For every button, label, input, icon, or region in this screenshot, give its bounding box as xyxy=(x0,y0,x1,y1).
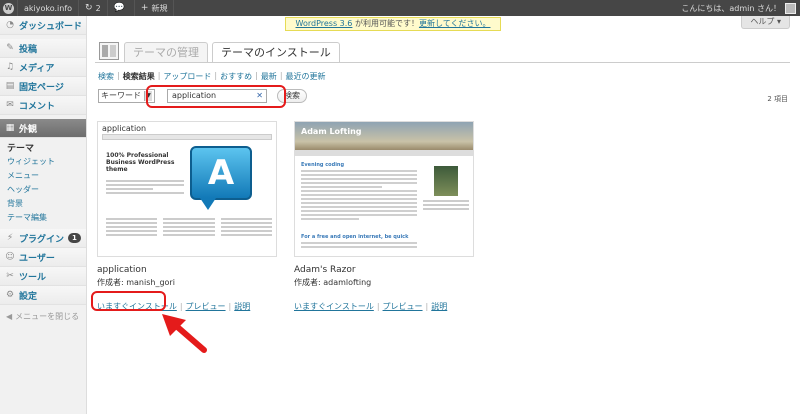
admin-bar: W akiyoko.info ↻ 2 💬 + 新規 こんにちは、admin さん… xyxy=(0,0,800,16)
sidebar-subitem-themes[interactable]: テーマ xyxy=(0,138,86,155)
theme-name: application xyxy=(97,265,147,275)
sidebar-item-users[interactable]: ☺ ユーザー xyxy=(0,248,86,267)
tab-manage-themes[interactable]: テーマの管理 xyxy=(124,42,208,63)
my-account-menu[interactable]: こんにちは、admin さん！ xyxy=(681,2,800,14)
help-tab[interactable]: ヘルプ ▾ xyxy=(741,16,790,29)
sidebar-subitem-editor[interactable]: テーマ編集 xyxy=(0,211,86,225)
update-notice: WordPress 3.6 が利用可能です！更新してください。 xyxy=(285,17,501,31)
sidebar-item-pages[interactable]: ▤ 固定ページ xyxy=(0,77,86,96)
new-content-menu[interactable]: + 新規 xyxy=(135,0,175,16)
sidebar-subitem-header[interactable]: ヘッダー xyxy=(0,183,86,197)
update-now-link[interactable]: 更新してください。 xyxy=(419,19,491,28)
sidebar-item-plugins[interactable]: ⚡ プラグイン 1 xyxy=(0,229,86,248)
pin-icon: ✎ xyxy=(6,43,14,53)
theme-screenshot[interactable]: application 100% Professional Business W… xyxy=(97,121,277,257)
application-logo-icon: A xyxy=(190,146,252,200)
author-photo xyxy=(434,166,458,196)
tools-icon: ✂ xyxy=(6,271,14,281)
theme-card-application: application 100% Professional Business W… xyxy=(97,121,277,312)
dashboard-icon: ◔ xyxy=(6,20,14,30)
details-link[interactable]: 説明 xyxy=(234,301,250,312)
subnav-search[interactable]: 検索 xyxy=(98,71,114,82)
avatar xyxy=(785,2,796,14)
theme-name: Adam's Razor xyxy=(294,265,356,275)
subnav-recently-updated[interactable]: 最近の更新 xyxy=(286,71,326,82)
theme-screenshot[interactable]: Adam Lofting Evening coding For a free a… xyxy=(294,121,474,257)
settings-icon: ⚙ xyxy=(5,290,15,300)
sidebar-item-dashboard[interactable]: ◔ ダッシュボード xyxy=(0,16,86,35)
details-link[interactable]: 説明 xyxy=(431,301,447,312)
updates-link[interactable]: ↻ 2 xyxy=(79,0,108,16)
media-icon: ♫ xyxy=(5,62,15,72)
red-arrow-annotation-icon xyxy=(162,314,207,353)
subnav-upload[interactable]: アップロード xyxy=(163,71,211,82)
preview-link[interactable]: プレビュー xyxy=(383,301,423,312)
refresh-icon: ↻ xyxy=(85,3,93,13)
sidebar-item-media[interactable]: ♫ メディア xyxy=(0,58,86,77)
plugin-icon: ⚡ xyxy=(6,233,14,243)
update-version-link[interactable]: WordPress 3.6 xyxy=(296,19,353,28)
sidebar-item-appearance[interactable]: ▦ 外観 xyxy=(0,119,86,138)
collapse-arrow-icon: ◀ xyxy=(6,312,13,321)
admin-sidebar: ◔ ダッシュボード ✎ 投稿 ♫ メディア ▤ 固定ページ ✉ コメント ▦ 外… xyxy=(0,16,87,414)
subnav-featured[interactable]: おすすめ xyxy=(220,71,252,82)
theme-author: 作成者: adamlofting xyxy=(294,278,372,287)
themes-screen-icon xyxy=(99,42,119,60)
comment-bubble-icon: 💬 xyxy=(113,3,125,13)
updates-count: 2 xyxy=(95,3,101,13)
theme-author: 作成者: manish_gori xyxy=(97,278,175,287)
site-name-link[interactable]: akiyoko.info xyxy=(18,0,80,16)
nav-tabs: テーマの管理 テーマのインストール xyxy=(124,42,340,63)
wordpress-logo-icon: W xyxy=(3,2,14,14)
plus-icon: + xyxy=(140,3,149,13)
tab-install-themes[interactable]: テーマのインストール xyxy=(212,42,340,63)
subnav-newest[interactable]: 最新 xyxy=(261,71,277,82)
install-subnav: 検索 | 検索結果 | アップロード | おすすめ | 最新 | 最近の更新 xyxy=(98,71,326,82)
theme-actions: いますぐインストール | プレビュー | 説明 xyxy=(294,301,448,312)
plugins-update-badge: 1 xyxy=(68,233,81,243)
collapse-menu-button[interactable]: ◀ メニューを閉じる xyxy=(0,305,86,322)
greeting-text: こんにちは、admin さん！ xyxy=(681,3,781,13)
install-highlight-annotation xyxy=(91,291,166,311)
users-icon: ☺ xyxy=(5,252,15,262)
tab-divider xyxy=(95,62,790,63)
sidebar-subitem-widgets[interactable]: ウィジェット xyxy=(0,155,86,169)
sidebar-item-posts[interactable]: ✎ 投稿 xyxy=(0,39,86,58)
sidebar-subitem-menus[interactable]: メニュー xyxy=(0,169,86,183)
page-icon: ▤ xyxy=(5,81,15,91)
comment-icon: ✉ xyxy=(6,100,14,110)
sidebar-subitem-background[interactable]: 背景 xyxy=(0,197,86,211)
results-count: 2 項目 xyxy=(767,95,788,103)
wordpress-logo-menu[interactable]: W xyxy=(0,0,18,16)
preview-link[interactable]: プレビュー xyxy=(186,301,226,312)
theme-card-adams-razor: Adam Lofting Evening coding For a free a… xyxy=(294,121,474,312)
sidebar-item-tools[interactable]: ✂ ツール xyxy=(0,267,86,286)
new-label: 新規 xyxy=(151,3,168,13)
search-highlight-annotation xyxy=(146,85,286,108)
subnav-search-results[interactable]: 検索結果 xyxy=(123,71,155,82)
sidebar-item-comments[interactable]: ✉ コメント xyxy=(0,96,86,115)
comments-link[interactable]: 💬 xyxy=(108,0,135,16)
sidebar-item-settings[interactable]: ⚙ 設定 xyxy=(0,286,86,305)
appearance-icon: ▦ xyxy=(5,123,15,133)
site-name: akiyoko.info xyxy=(24,3,73,13)
install-now-link[interactable]: いますぐインストール xyxy=(294,301,374,312)
